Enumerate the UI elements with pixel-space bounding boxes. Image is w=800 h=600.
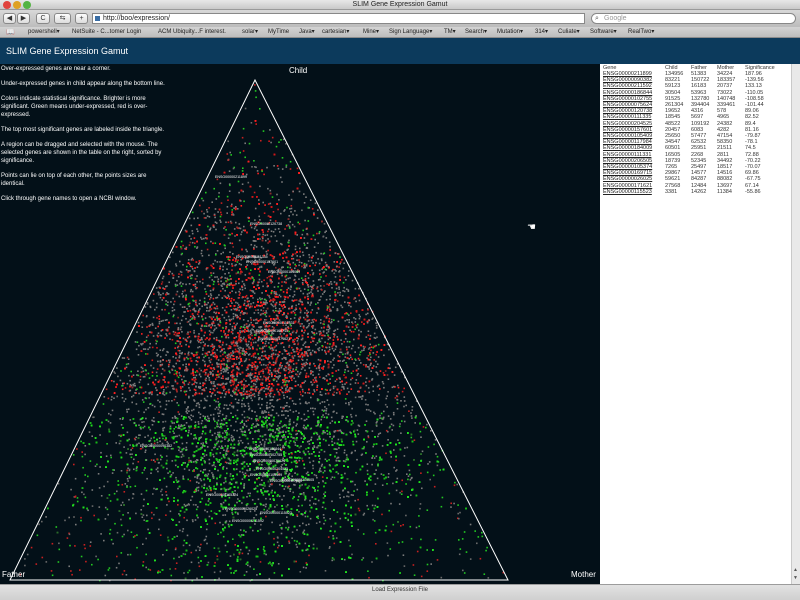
help-line: Click through gene names to open a NCBI … bbox=[1, 196, 137, 202]
gene-label[interactable]: ENSG00000171621 bbox=[258, 337, 290, 341]
gene-label[interactable]: ENSG00000211899 bbox=[215, 175, 247, 179]
corner-label-mother: Mother bbox=[571, 570, 596, 579]
hand-cursor-icon: ☚ bbox=[527, 222, 536, 233]
gene-label[interactable]: ENSG00000186844 bbox=[249, 447, 281, 451]
search-icon: ⌕ bbox=[595, 15, 599, 22]
scroll-down-icon[interactable]: ▼ bbox=[793, 575, 799, 581]
table-body: ENSG00000211899 134956 51383 34224 187.96 ENS… bbox=[602, 71, 777, 195]
bookmark-item[interactable]: Software▾ bbox=[590, 28, 617, 37]
bookmark-item[interactable]: Search▾ bbox=[465, 28, 487, 37]
url-field[interactable]: http://boo/expression/ bbox=[92, 13, 585, 24]
bookmark-item[interactable]: TM▾ bbox=[444, 28, 456, 37]
selected-genes-table: Gene Child Father Mother Significance EN… bbox=[602, 65, 777, 195]
bookmark-item[interactable]: RealTwo▾ bbox=[628, 28, 654, 37]
bookmark-item[interactable]: cartesian▾ bbox=[322, 28, 349, 37]
bookmark-item[interactable]: Sign Language▾ bbox=[389, 28, 432, 37]
help-line: Colors indicate statistical significance… bbox=[1, 96, 148, 118]
gene-label[interactable]: ENSG00000206505 bbox=[282, 478, 314, 482]
gene-label[interactable]: ENSG00000184009 bbox=[268, 270, 300, 274]
vertical-scrollbar[interactable]: ▲ ▼ bbox=[791, 64, 800, 584]
window-title: SLIM Gene Expression Gamut bbox=[352, 1, 448, 8]
bookmark-item[interactable]: MyTime bbox=[268, 28, 289, 37]
gene-label[interactable]: ENSG00000111331 bbox=[263, 321, 295, 325]
bookmark-item[interactable]: powershell▾ bbox=[28, 28, 60, 37]
gamut-plot-area[interactable]: ENSG00000211899 ENSG00000120738 ENSG000001… bbox=[0, 64, 600, 584]
gene-label[interactable]: ENSG00000026025 bbox=[225, 507, 257, 511]
gene-label[interactable]: ENSG00000102755 bbox=[250, 453, 282, 457]
gene-label[interactable]: ENSG00000090382 bbox=[140, 444, 172, 448]
add-bookmark-button[interactable]: + bbox=[75, 13, 88, 24]
gene-label[interactable]: ENSG00000169715 bbox=[256, 329, 288, 333]
app-header: SLIM Gene Expression Gamut bbox=[0, 38, 800, 64]
corner-label-father: Father bbox=[2, 570, 26, 579]
reload-button[interactable]: C bbox=[36, 13, 50, 24]
gene-label[interactable]: ENSG00000157601 bbox=[246, 260, 278, 264]
corner-label-child: Child bbox=[289, 66, 308, 75]
bookmark-item[interactable]: ACM Ubiquity...F interest. bbox=[158, 28, 226, 37]
bookmarks-bar: 📖 powershell▾ NetSuite - C...tomer Login… bbox=[0, 27, 800, 38]
favicon-icon bbox=[95, 16, 100, 21]
back-button[interactable]: ◀ bbox=[3, 13, 16, 24]
bookmark-item[interactable]: Culiate▾ bbox=[558, 28, 580, 37]
bookmark-item[interactable]: NetSuite - C...tomer Login bbox=[72, 28, 141, 37]
browser-toolbar: ◀ ▶ C ⇆ + http://boo/expression/ ⌕ Googl… bbox=[0, 10, 800, 27]
gene-label[interactable]: ENSG00000115523 bbox=[260, 511, 292, 515]
help-line: Over-expressed genes are near a corner. bbox=[1, 66, 111, 72]
help-line: Points can lie on top of each other, the… bbox=[1, 173, 147, 187]
bookmark-item[interactable]: Java▾ bbox=[299, 28, 315, 37]
gene-link[interactable]: ENSG00000115523 bbox=[602, 189, 664, 195]
gene-label[interactable]: ENSG00000075624 bbox=[253, 459, 285, 463]
help-line: Under-expressed genes in child appear al… bbox=[1, 81, 165, 87]
gene-label[interactable]: ENSG00000120738 bbox=[250, 222, 282, 226]
bookmarks-book-icon[interactable]: 📖 bbox=[6, 28, 15, 36]
app-title: SLIM Gene Expression Gamut bbox=[6, 46, 129, 56]
table-cell: -55.86 bbox=[745, 188, 761, 195]
gene-label[interactable]: ENSG00000111335 bbox=[236, 255, 268, 259]
table-cell: 3381 bbox=[665, 188, 678, 195]
help-line: The top most significant genes are label… bbox=[1, 127, 165, 133]
selected-genes-panel: Gene Child Father Mother Significance EN… bbox=[600, 64, 800, 584]
bookmark-item[interactable]: Mine▾ bbox=[363, 28, 379, 37]
bookmark-item[interactable]: solar▾ bbox=[242, 28, 258, 37]
gene-label[interactable]: ENSG00000211592 bbox=[232, 519, 264, 523]
bookmark-item[interactable]: Mutation▾ bbox=[497, 28, 523, 37]
gene-label[interactable]: ENSG00000204525 bbox=[256, 467, 288, 471]
gene-label[interactable]: ENSG00000105409 bbox=[250, 473, 282, 477]
search-field[interactable]: ⌕ Google bbox=[591, 13, 796, 24]
table-cell: 14262 bbox=[691, 188, 707, 195]
forward-button[interactable]: ▶ bbox=[17, 13, 30, 24]
gene-label[interactable]: ENSG00000105374 bbox=[206, 493, 238, 497]
url-text: http://boo/expression/ bbox=[103, 15, 170, 22]
load-expression-file-button[interactable]: Load Expression File bbox=[0, 587, 800, 593]
help-line: A region can be dragged and selected wit… bbox=[1, 142, 162, 164]
history-button[interactable]: ⇆ bbox=[54, 13, 71, 24]
search-placeholder: Google bbox=[604, 15, 627, 22]
bookmark-item[interactable]: 314▾ bbox=[535, 28, 548, 37]
table-row[interactable]: ENSG00000115523 3381 14262 11384 -55.86 bbox=[602, 189, 777, 195]
window-titlebar: SLIM Gene Expression Gamut bbox=[0, 0, 800, 10]
gene-labels[interactable]: ENSG00000211899 ENSG00000120738 ENSG000001… bbox=[140, 175, 314, 523]
scroll-up-icon[interactable]: ▲ bbox=[793, 567, 799, 573]
table-cell: 11384 bbox=[717, 188, 732, 195]
footer-bar: Load Expression File bbox=[0, 584, 800, 600]
help-text: Over-expressed genes are near a corner. … bbox=[1, 65, 166, 210]
